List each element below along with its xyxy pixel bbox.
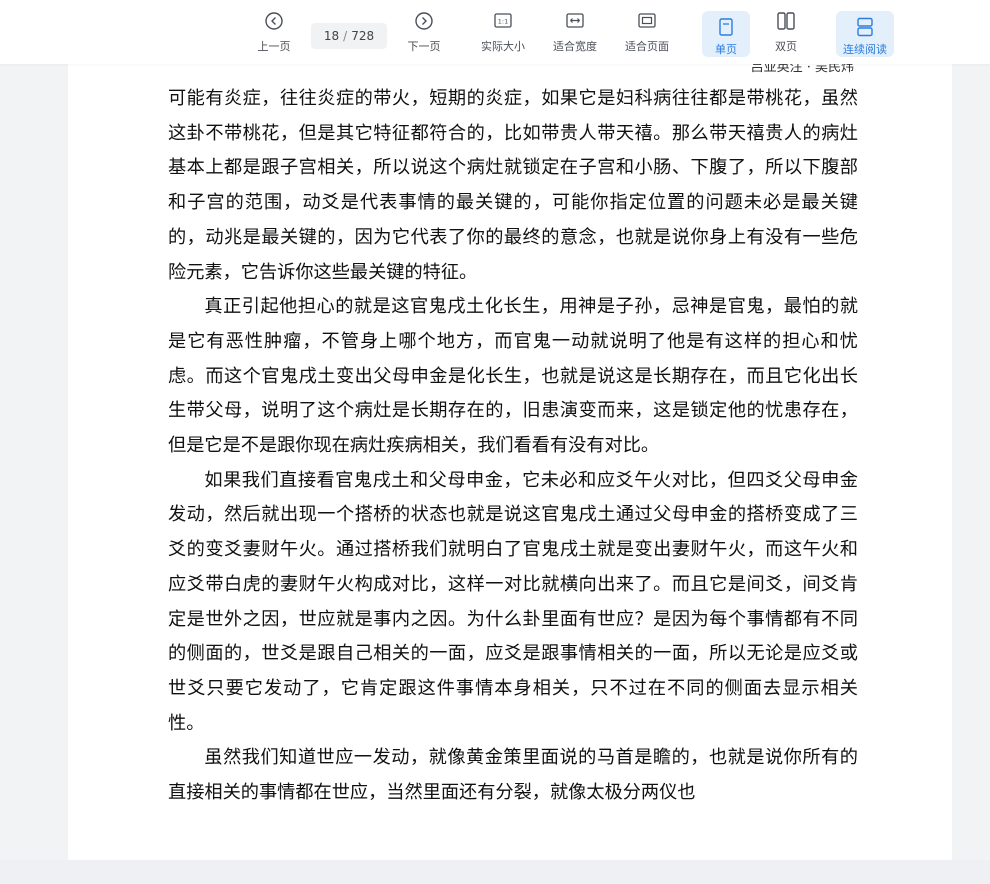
double-page-label: 双页: [775, 40, 797, 53]
fit-page-label: 适合页面: [625, 40, 669, 53]
chevron-right-circle-icon: [415, 12, 433, 30]
page-header: 吕亚英注 · 吴民炜: [750, 64, 854, 75]
actual-size-icon: 1:1: [494, 13, 512, 28]
actual-size-label: 实际大小: [481, 40, 525, 53]
next-page-label: 下一页: [407, 40, 441, 53]
double-page-icon: [777, 12, 795, 30]
single-page-label: 单页: [715, 43, 737, 56]
fit-page-button[interactable]: 适合页面: [620, 10, 674, 60]
svg-text:1:1: 1:1: [498, 18, 508, 26]
paragraph: 可能有炎症，往往炎症的带火，短期的炎症，如果它是妇科病往往都是带桃花，虽然这卦不…: [168, 88, 858, 283]
viewer-toolbar: 上一页 18/728 下一页 1:1 实际大小 适合宽度 适合页面 单页 双页 …: [0, 0, 990, 64]
paragraph: 如果我们直接看官鬼戌土和父母申金，它未必和应爻午火对比，但四爻父母申金发动，然后…: [168, 469, 858, 734]
actual-size-button[interactable]: 1:1 实际大小: [476, 10, 530, 60]
next-page-button[interactable]: 下一页: [402, 10, 446, 60]
prev-page-label: 上一页: [257, 40, 291, 53]
single-page-button[interactable]: 单页: [702, 11, 750, 57]
fit-width-button[interactable]: 适合宽度: [548, 10, 602, 60]
double-page-button[interactable]: 双页: [766, 10, 806, 60]
fit-width-icon: [566, 13, 584, 28]
continuous-reading-label: 连续阅读: [843, 43, 887, 56]
fit-width-label: 适合宽度: [553, 40, 597, 53]
page-total: 728: [351, 29, 375, 43]
page-separator: /: [343, 29, 348, 43]
page-body-text: 可能有炎症，往往炎症的带火，短期的炎症，如果它是妇科病往往都是带桃花，虽然这卦不…: [168, 82, 858, 811]
bottom-scroll-area: [0, 860, 990, 884]
document-page: 吕亚英注 · 吴民炜 可能有炎症，往往炎症的带火，短期的炎症，如果它是妇科病往往…: [68, 64, 952, 860]
continuous-reading-icon: [857, 17, 873, 37]
chevron-left-circle-icon: [265, 12, 283, 30]
page-current: 18: [323, 29, 340, 43]
paragraph: 真正引起他担心的就是这官鬼戌土化长生，用神是子孙，忌神是官鬼，最怕的就是它有恶性…: [168, 296, 858, 457]
prev-page-button[interactable]: 上一页: [252, 10, 296, 60]
fit-page-icon: [638, 13, 656, 28]
paragraph: 虽然我们知道世应一发动，就像黄金策里面说的马首是瞻的，也就是说你所有的直接相关的…: [168, 747, 858, 804]
continuous-reading-button[interactable]: 连续阅读: [836, 11, 894, 57]
page-number-field[interactable]: 18/728: [311, 23, 387, 49]
single-page-icon: [719, 18, 733, 36]
